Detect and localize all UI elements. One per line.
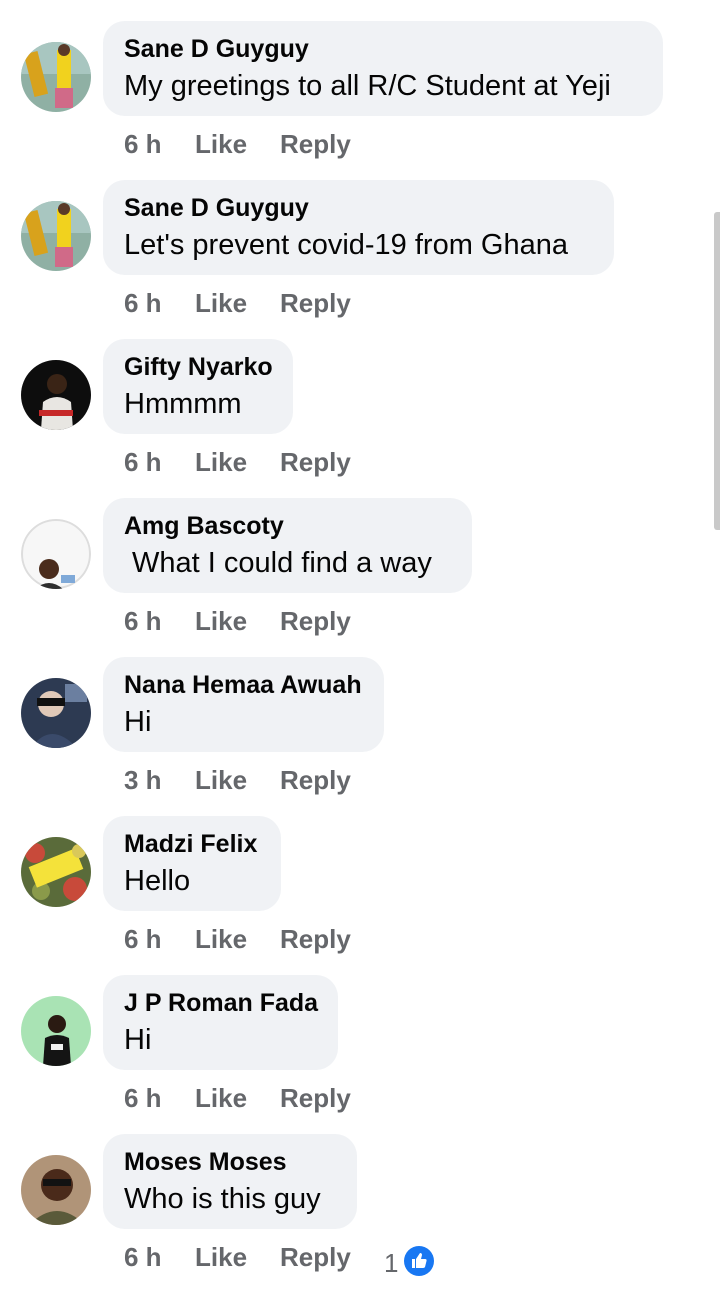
avatar[interactable] <box>21 42 91 112</box>
comment-text: Hi <box>124 1024 152 1056</box>
avatar[interactable] <box>21 360 91 430</box>
comment-author[interactable]: Amg Bascoty <box>124 511 451 541</box>
avatar-image <box>21 996 91 1066</box>
comment-text: Hello <box>124 865 191 897</box>
comment-item: Sane D Guyguy Let's prevent covid-19 fro… <box>0 180 720 339</box>
comment-item: Amg Bascoty What I could find a way 6 h … <box>0 498 720 657</box>
like-button[interactable]: Like <box>195 1240 247 1274</box>
comment-time[interactable]: 6 h <box>124 127 162 161</box>
thumbs-up-icon <box>412 1253 427 1268</box>
avatar[interactable] <box>21 201 91 271</box>
reply-button[interactable]: Reply <box>280 1081 351 1115</box>
comment-time[interactable]: 6 h <box>124 604 162 638</box>
comment-time[interactable]: 6 h <box>124 286 162 320</box>
like-button[interactable]: Like <box>195 604 247 638</box>
comment-time[interactable]: 6 h <box>124 445 162 479</box>
comment-text: What I could find a way <box>124 547 432 579</box>
scrollbar[interactable] <box>714 212 720 530</box>
comment-bubble: J P Roman Fada Hi <box>103 975 338 1070</box>
reply-button[interactable]: Reply <box>280 445 351 479</box>
like-button[interactable]: Like <box>195 763 247 797</box>
avatar[interactable] <box>21 996 91 1066</box>
avatar[interactable] <box>21 519 91 589</box>
reply-button[interactable]: Reply <box>280 922 351 956</box>
comment-item: Sane D Guyguy My greetings to all R/C St… <box>0 21 720 180</box>
comment-item: Moses Moses Who is this guy 6 h Like Rep… <box>0 1134 720 1293</box>
comment-author[interactable]: Moses Moses <box>124 1147 336 1177</box>
comment-item: Nana Hemaa Awuah Hi 3 h Like Reply <box>0 657 720 816</box>
comment-text: Hmmmm <box>124 388 242 420</box>
avatar[interactable] <box>21 1155 91 1225</box>
comment-bubble: Sane D Guyguy Let's prevent covid-19 fro… <box>103 180 614 275</box>
comment-author[interactable]: Sane D Guyguy <box>124 193 593 223</box>
comment-author[interactable]: Sane D Guyguy <box>124 34 642 64</box>
comment-text: My greetings to all R/C Student at Yeji <box>124 70 611 102</box>
comment-item: J P Roman Fada Hi 6 h Like Reply <box>0 975 720 1134</box>
avatar-image <box>21 360 91 430</box>
avatar-image <box>21 201 91 271</box>
comment-bubble: Nana Hemaa Awuah Hi <box>103 657 384 752</box>
like-button[interactable]: Like <box>195 922 247 956</box>
like-button[interactable]: Like <box>195 127 247 161</box>
comment-text: Who is this guy <box>124 1183 321 1215</box>
like-button[interactable]: Like <box>195 445 247 479</box>
comment-bubble: Gifty Nyarko Hmmmm <box>103 339 293 434</box>
comment-bubble: Sane D Guyguy My greetings to all R/C St… <box>103 21 663 116</box>
like-button[interactable]: Like <box>195 286 247 320</box>
comment-time[interactable]: 6 h <box>124 1081 162 1115</box>
comment-author[interactable]: J P Roman Fada <box>124 988 318 1018</box>
comment-time[interactable]: 6 h <box>124 922 162 956</box>
avatar-image <box>21 519 91 589</box>
comment-author[interactable]: Madzi Felix <box>124 829 260 859</box>
comment-time[interactable]: 3 h <box>124 763 162 797</box>
reaction-count[interactable]: 1 <box>384 1246 398 1280</box>
avatar[interactable] <box>21 678 91 748</box>
avatar-image <box>21 678 91 748</box>
reply-button[interactable]: Reply <box>280 763 351 797</box>
comment-bubble: Moses Moses Who is this guy <box>103 1134 357 1229</box>
comment-item: Madzi Felix Hello 6 h Like Reply <box>0 816 720 975</box>
comment-item: Gifty Nyarko Hmmmm 6 h Like Reply <box>0 339 720 498</box>
comment-author[interactable]: Nana Hemaa Awuah <box>124 670 363 700</box>
reply-button[interactable]: Reply <box>280 286 351 320</box>
comment-author[interactable]: Gifty Nyarko <box>124 352 273 382</box>
avatar-image <box>21 837 91 907</box>
comment-bubble: Amg Bascoty What I could find a way <box>103 498 472 593</box>
comment-text: Hi <box>124 706 152 738</box>
comment-time[interactable]: 6 h <box>124 1240 162 1274</box>
reply-button[interactable]: Reply <box>280 604 351 638</box>
avatar-image <box>21 42 91 112</box>
like-reaction-icon[interactable] <box>404 1246 434 1276</box>
avatar[interactable] <box>21 837 91 907</box>
reply-button[interactable]: Reply <box>280 127 351 161</box>
reply-button[interactable]: Reply <box>280 1240 351 1274</box>
comment-text: Let's prevent covid-19 from Ghana <box>124 229 568 261</box>
like-button[interactable]: Like <box>195 1081 247 1115</box>
avatar-image <box>21 1155 91 1225</box>
comment-bubble: Madzi Felix Hello <box>103 816 281 911</box>
